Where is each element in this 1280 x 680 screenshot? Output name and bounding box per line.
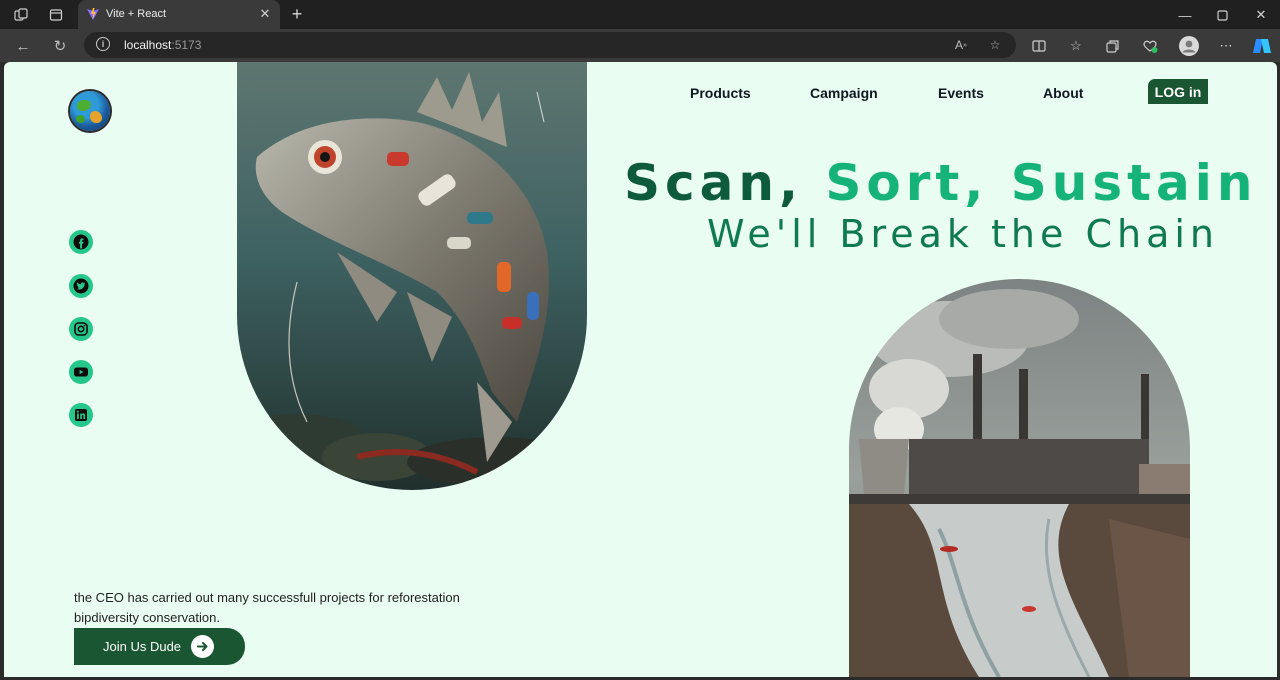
- close-window-icon[interactable]: ✕: [1247, 5, 1275, 25]
- address-bar[interactable]: i localhost:5173 A» ☆: [84, 32, 1016, 58]
- site-info-icon[interactable]: i: [96, 37, 110, 51]
- minimize-icon[interactable]: —: [1171, 5, 1199, 25]
- nav-link-about[interactable]: About: [1043, 85, 1083, 101]
- url-port: :5173: [171, 38, 202, 52]
- split-screen-icon[interactable]: [1029, 36, 1049, 56]
- tab-actions-icon[interactable]: [47, 6, 65, 24]
- maximize-icon[interactable]: [1208, 5, 1236, 25]
- nav-link-events[interactable]: Events: [938, 85, 984, 101]
- nav-link-products[interactable]: Products: [690, 85, 751, 101]
- favorite-star-icon[interactable]: ☆: [986, 36, 1004, 54]
- copilot-icon[interactable]: [1252, 36, 1272, 56]
- headline-word-scan: Scan,: [624, 154, 803, 212]
- favorites-icon[interactable]: ☆: [1066, 36, 1086, 56]
- vite-favicon-icon: [87, 8, 99, 20]
- browser-tab-active[interactable]: Vite + React ✕: [78, 0, 280, 29]
- close-tab-icon[interactable]: ✕: [256, 5, 274, 23]
- nav-link-campaign[interactable]: Campaign: [810, 85, 878, 101]
- facebook-icon[interactable]: [69, 230, 93, 254]
- read-aloud-icon[interactable]: A»: [952, 36, 970, 54]
- url-host: localhost: [124, 38, 172, 52]
- twitter-icon[interactable]: [69, 274, 93, 298]
- hero-headline: Scan, Sort, Sustain: [624, 154, 1253, 212]
- address-toolbar: ← ↻ i localhost:5173 A» ☆ ☆ ⋯: [0, 29, 1280, 62]
- linkedin-icon[interactable]: [69, 403, 93, 427]
- workspaces-icon[interactable]: [12, 6, 30, 24]
- browser-essentials-icon[interactable]: [1140, 36, 1160, 56]
- headline-word-sustain: Sustain: [1010, 154, 1258, 212]
- new-tab-icon[interactable]: +: [287, 4, 307, 24]
- plastic-fish-image: [237, 62, 587, 490]
- page-viewport: Products Campaign Events About LOG in Sc…: [4, 62, 1277, 677]
- browser-tab-bar: Vite + React ✕ + — ✕: [0, 0, 1280, 29]
- hero-subheadline: We'll Break the Chain: [707, 212, 1219, 256]
- polluting-factory-image: [849, 279, 1190, 677]
- description-line-2: bipdiversity conservation.: [74, 610, 220, 625]
- profile-avatar-icon[interactable]: [1179, 36, 1199, 56]
- url-text: localhost:5173: [124, 38, 201, 52]
- globe-logo[interactable]: [70, 91, 110, 131]
- reload-icon[interactable]: ↻: [49, 35, 71, 57]
- collections-icon[interactable]: [1103, 36, 1123, 56]
- instagram-icon[interactable]: [69, 317, 93, 341]
- join-us-button[interactable]: Join Us Dude: [74, 628, 245, 665]
- hero-description: the CEO has carried out many successfull…: [74, 588, 504, 628]
- youtube-icon[interactable]: [69, 360, 93, 384]
- description-line-1: the CEO has carried out many successfull…: [74, 590, 460, 605]
- headline-word-sort: Sort,: [825, 154, 989, 212]
- tab-title: Vite + React: [106, 8, 167, 20]
- join-us-label: Join Us Dude: [103, 639, 182, 654]
- login-button[interactable]: LOG in: [1148, 79, 1208, 104]
- back-icon[interactable]: ←: [12, 35, 34, 57]
- more-options-icon[interactable]: ⋯: [1216, 36, 1236, 56]
- arrow-right-icon: [191, 635, 214, 658]
